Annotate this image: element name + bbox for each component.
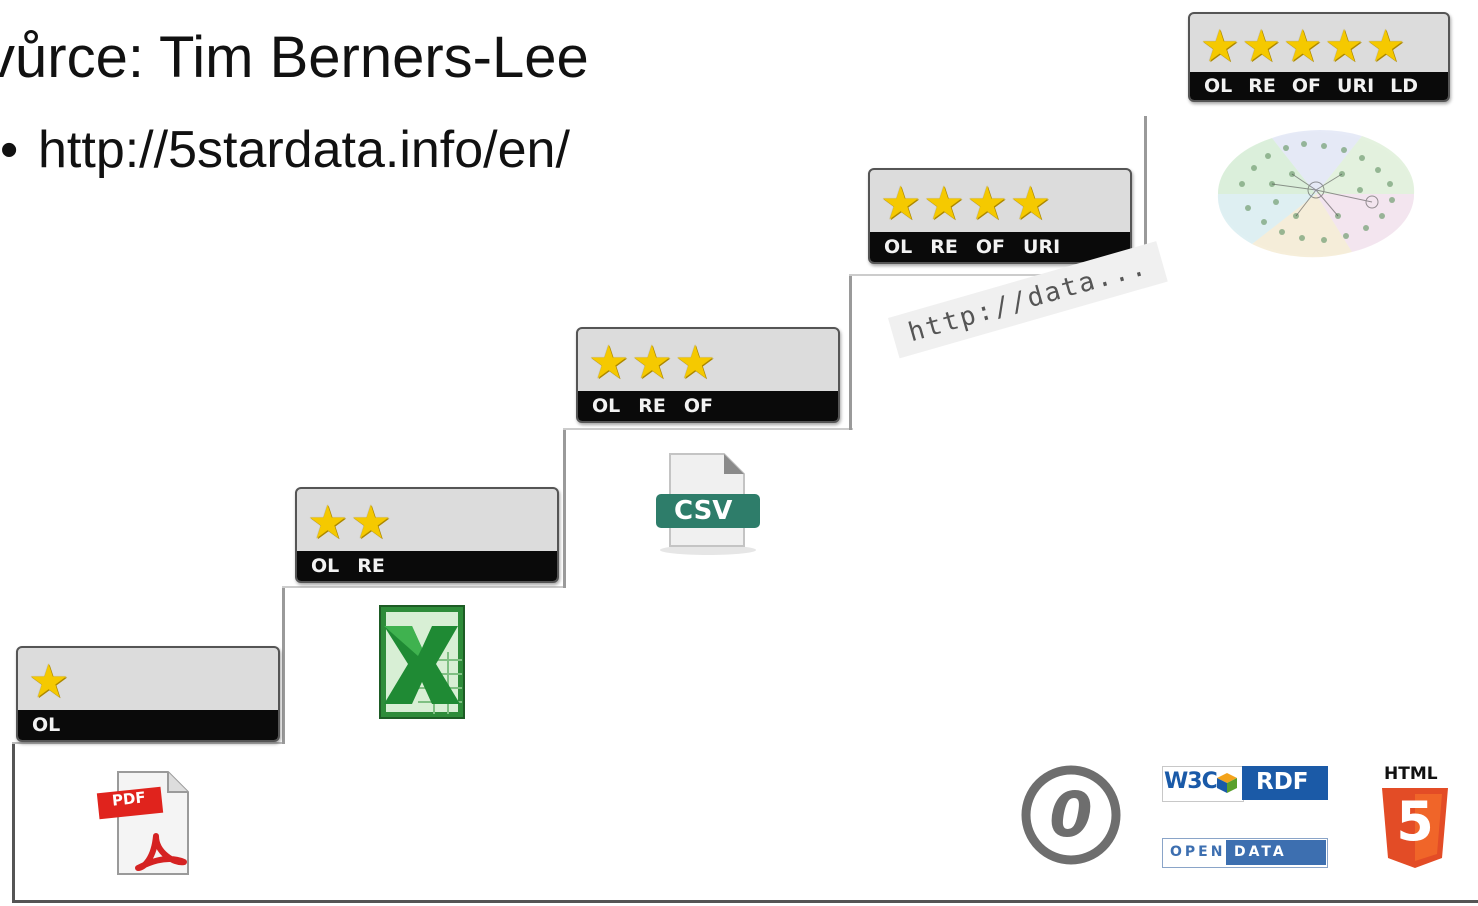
star-icon: ★ xyxy=(307,495,349,549)
criteria-code: OL xyxy=(311,555,340,577)
html5-logo: HTML 5 xyxy=(1380,764,1450,872)
criteria-bar: OL RE OF xyxy=(578,391,838,421)
badge-two-star: ★ ★ OL RE xyxy=(295,487,559,583)
linked-data-cloud-icon xyxy=(1212,124,1422,264)
badge-five-star: ★ ★ ★ ★ ★ OL RE OF URI LD xyxy=(1188,12,1450,102)
star-icon: ★ xyxy=(1009,176,1051,230)
staircase-riser-1 xyxy=(12,742,15,902)
staircase-tread-3 xyxy=(563,428,853,430)
criteria-code: URI xyxy=(1337,75,1375,97)
criteria-code: OL xyxy=(592,395,621,417)
badge-one-star: ★ OL xyxy=(16,646,280,742)
csv-label: CSV xyxy=(674,496,733,526)
html5-number: 5 xyxy=(1396,790,1434,853)
star-rating: ★ xyxy=(28,654,69,708)
criteria-code: RE xyxy=(1248,75,1276,97)
w3c-label: W3C xyxy=(1164,769,1218,794)
cc-zero-label: 0 xyxy=(1049,778,1093,851)
criteria-code: OL xyxy=(1204,75,1233,97)
star-icon: ★ xyxy=(880,176,922,230)
badge-three-star: ★ ★ ★ OL RE OF xyxy=(576,327,840,423)
star-icon: ★ xyxy=(1282,21,1323,72)
star-icon: ★ xyxy=(28,654,70,708)
staircase-floor xyxy=(12,900,1478,903)
star-icon: ★ xyxy=(631,335,673,389)
star-icon: ★ xyxy=(923,176,965,230)
cc-zero-icon: 0 xyxy=(1020,764,1122,866)
criteria-bar: OL RE OF URI xyxy=(870,232,1130,262)
criteria-bar: OL RE xyxy=(297,551,557,581)
criteria-code: URI xyxy=(1023,236,1061,258)
rdf-cube-icon xyxy=(1216,772,1238,794)
staircase-riser-3 xyxy=(563,430,566,588)
criteria-code: RE xyxy=(638,395,666,417)
criteria-bar: OL xyxy=(18,710,278,740)
pdf-label: PDF xyxy=(111,788,147,810)
staircase-tread-1 xyxy=(12,742,284,744)
criteria-code: OF xyxy=(1291,75,1322,97)
star-icon: ★ xyxy=(674,335,716,389)
html-label: HTML xyxy=(1384,764,1438,784)
staircase-riser-4 xyxy=(849,276,852,430)
criteria-bar: OL RE OF URI LD xyxy=(1190,72,1448,100)
bullet-dot-icon: • xyxy=(0,121,19,179)
badge-four-star: ★ ★ ★ ★ OL RE OF URI xyxy=(868,168,1132,264)
bullet-url: http://5stardata.info/en/ xyxy=(38,121,570,179)
w3c-rdf-logo: W3C RDF xyxy=(1162,766,1328,802)
criteria-code: RE xyxy=(930,236,958,258)
open-label: OPEN xyxy=(1170,844,1226,860)
staircase-riser-2 xyxy=(282,588,285,744)
star-rating: ★ ★ ★ xyxy=(588,335,716,389)
slide-title: vůrce: Tim Berners-Lee xyxy=(0,25,589,90)
criteria-code: LD xyxy=(1390,75,1419,97)
star-icon: ★ xyxy=(588,335,630,389)
rdf-label: RDF xyxy=(1256,769,1309,795)
criteria-code: OL xyxy=(884,236,913,258)
bullet-link: • http://5stardata.info/en/ xyxy=(0,120,570,180)
star-icon: ★ xyxy=(1324,21,1364,72)
excel-file-icon xyxy=(378,604,468,722)
criteria-code: OF xyxy=(683,395,714,417)
star-icon: ★ xyxy=(350,495,392,549)
criteria-code: OF xyxy=(975,236,1006,258)
star-icon: ★ xyxy=(1241,21,1281,72)
star-icon: ★ xyxy=(1365,21,1406,72)
criteria-code: RE xyxy=(357,555,385,577)
star-icon: ★ xyxy=(1200,21,1240,72)
criteria-code: OL xyxy=(32,714,61,736)
open-data-logo: OPEN DATA xyxy=(1162,838,1328,868)
staircase-tread-2 xyxy=(282,586,566,588)
star-rating: ★ ★ xyxy=(307,495,392,549)
pdf-file-icon: PDF xyxy=(96,768,196,880)
data-label: DATA xyxy=(1234,844,1287,860)
star-rating: ★ ★ ★ ★ ★ xyxy=(1200,20,1405,74)
csv-file-icon: CSV xyxy=(652,450,764,558)
star-icon: ★ xyxy=(966,176,1008,230)
star-rating: ★ ★ ★ ★ xyxy=(880,176,1051,230)
